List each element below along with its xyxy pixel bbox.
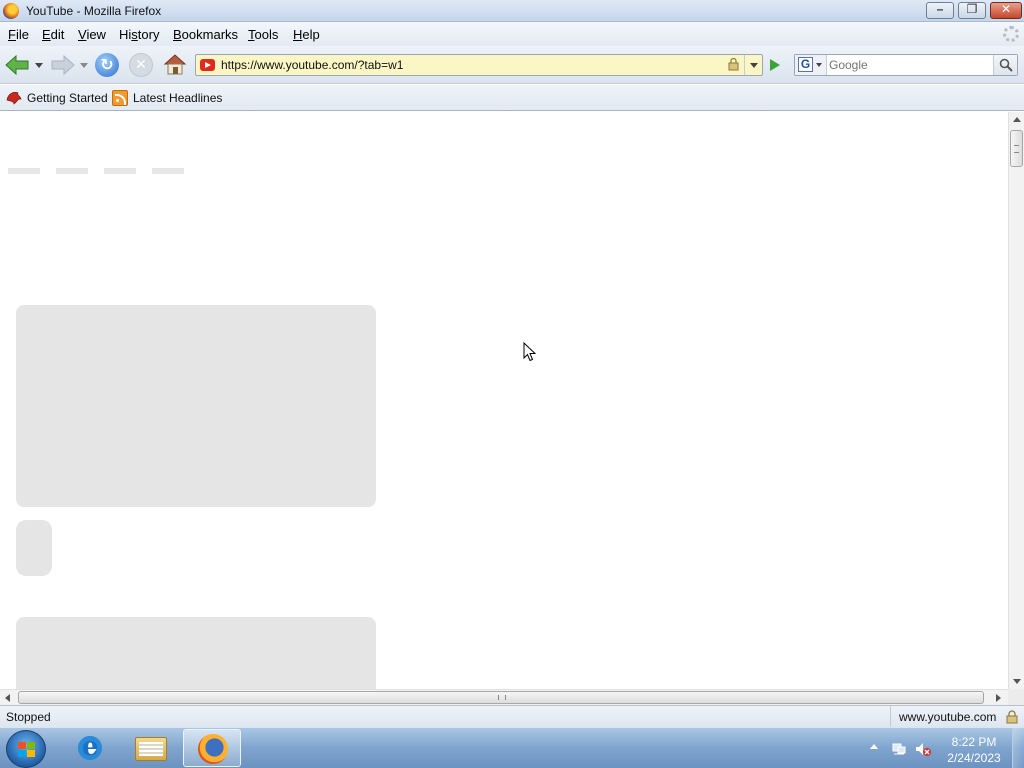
skeleton-video-thumbnail [16,617,376,689]
taskbar-internet-explorer[interactable] [60,729,118,767]
skeleton-avatar [16,520,52,576]
scrollbar-corner [1008,689,1024,705]
windows-taskbar: 8:22 PM 2/24/2023 [0,727,1024,768]
restore-button[interactable]: ❐ [958,2,986,19]
search-box: G [794,54,1018,76]
vertical-scrollbar[interactable] [1008,112,1024,689]
internet-explorer-icon [76,732,104,762]
bookmark-latest-headlines[interactable]: Latest Headlines [112,90,222,106]
status-text: Stopped [6,710,51,724]
menu-edit[interactable]: Edit [42,27,64,42]
bookmark-label: Latest Headlines [133,91,223,105]
rss-feed-icon [112,90,128,106]
skeleton-video-thumbnail [16,305,376,507]
scroll-up-button[interactable] [1009,112,1024,128]
scroll-left-button[interactable] [0,690,16,706]
taskbar-firefox[interactable] [183,729,241,767]
horizontal-scroll-thumb[interactable] [18,691,984,704]
skeleton-tab [8,168,40,174]
chevron-down-icon [816,63,822,67]
mouse-cursor-icon [523,342,537,362]
bookmarks-toolbar: Getting Started Latest Headlines [0,85,1024,111]
go-button[interactable] [766,56,784,74]
forward-history-dropdown-icon[interactable] [80,63,88,69]
forward-arrow-icon [51,54,75,76]
window-title: YouTube - Mozilla Firefox [26,4,162,18]
back-arrow-icon [5,54,29,76]
forward-button[interactable] [50,54,76,76]
bookmark-getting-started[interactable]: Getting Started [6,90,108,106]
menu-tools[interactable]: Tools [248,27,278,42]
horizontal-scrollbar[interactable] [0,689,1008,705]
start-button[interactable] [6,730,46,768]
restore-icon: ❐ [966,2,978,16]
url-history-dropdown[interactable] [744,55,762,75]
bookmark-label: Getting Started [27,91,108,105]
firefox-app-icon[interactable] [3,3,19,19]
youtube-favicon-icon[interactable] [200,59,215,71]
firefox-icon [198,734,228,764]
home-button[interactable] [163,52,187,76]
search-input[interactable] [829,58,989,72]
network-icon[interactable] [891,741,907,757]
volume-muted-icon[interactable] [915,741,931,757]
google-engine-icon: G [798,57,813,72]
stop-button[interactable]: ✕ [129,53,153,77]
reload-button[interactable]: ↻ [95,53,119,77]
status-host-panel: www.youtube.com [890,706,1002,727]
vertical-scroll-thumb[interactable] [1010,130,1023,167]
page-content[interactable] [0,112,1008,689]
close-button[interactable]: ✕ [990,2,1022,19]
skeleton-tab [152,168,184,174]
taskbar-windows-explorer[interactable] [121,729,179,767]
search-button[interactable] [993,55,1017,75]
skeleton-tab [56,168,88,174]
close-icon: ✕ [1000,2,1012,16]
menu-history[interactable]: History [119,27,159,42]
activity-throbber-icon [1003,26,1019,42]
menu-view[interactable]: View [78,27,106,42]
clock-time: 8:22 PM [951,735,997,749]
show-desktop-button[interactable] [1012,728,1024,768]
url-bar[interactable]: https://www.youtube.com/?tab=w1 [195,54,763,76]
reload-icon: ↻ [100,57,114,74]
menu-file[interactable]: File [8,27,29,42]
home-icon [163,54,187,75]
title-bar[interactable]: YouTube - Mozilla Firefox – ❐ ✕ [0,0,1024,22]
status-bar: Stopped www.youtube.com [0,705,1024,727]
firefox-bookmark-icon [6,92,22,105]
scroll-down-button[interactable] [1009,673,1024,689]
padlock-icon[interactable] [728,58,739,71]
status-host-text: www.youtube.com [899,710,997,724]
skeleton-tab [104,168,136,174]
scroll-right-button[interactable] [990,690,1006,706]
minimize-icon: – [936,2,944,16]
show-hidden-icons-icon[interactable] [870,744,878,749]
menu-help[interactable]: Help [293,27,320,42]
url-text[interactable]: https://www.youtube.com/?tab=w1 [221,58,403,72]
stop-icon: ✕ [135,56,147,72]
taskbar-clock[interactable]: 8:22 PM 2/24/2023 [944,734,1004,766]
menu-bookmarks[interactable]: Bookmarks [173,27,238,42]
windows-explorer-icon [135,737,167,761]
search-icon [999,58,1013,72]
back-history-dropdown-icon[interactable] [35,63,43,69]
windows-logo-icon [18,742,35,757]
menu-bar: File Edit View History Bookmarks Tools H… [0,22,1024,46]
clock-date: 2/24/2023 [947,751,1001,765]
secure-padlock-icon[interactable] [1006,710,1018,724]
back-button[interactable] [4,54,30,76]
search-engine-button[interactable]: G [795,55,827,75]
minimize-button[interactable]: – [926,2,954,19]
